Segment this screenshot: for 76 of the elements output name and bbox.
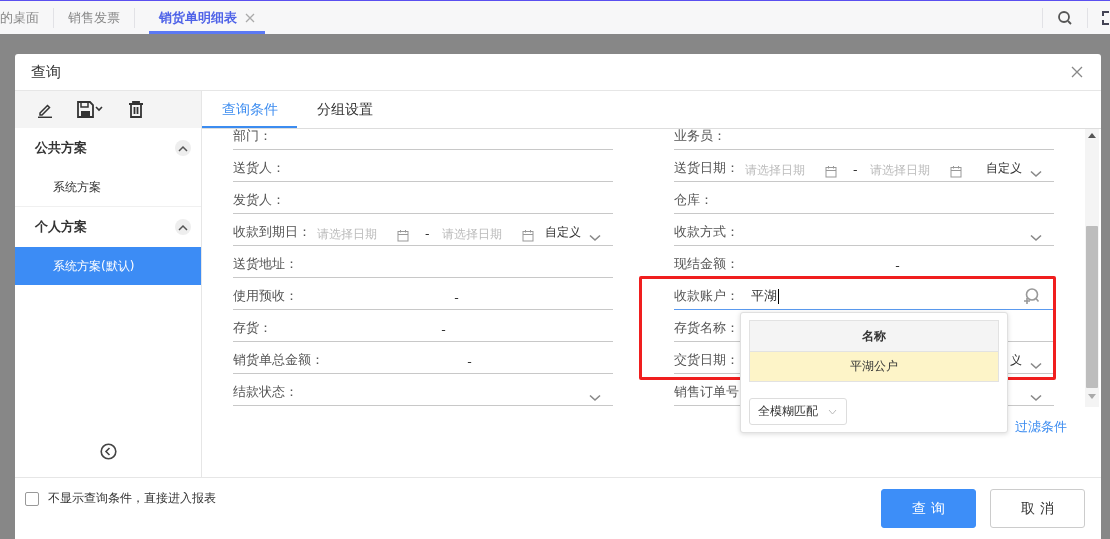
- range-separator: -: [852, 162, 859, 177]
- scheme-group-title: 公共方案: [35, 139, 87, 157]
- date-from-field[interactable]: 请选择日期: [741, 163, 817, 177]
- field-label: 结款状态：: [233, 384, 298, 401]
- tab[interactable]: 查询条件: [202, 91, 297, 128]
- field-label: 送货日期：: [674, 160, 739, 177]
- field-label: 收款方式：: [674, 224, 739, 241]
- date-mode-select[interactable]: 自定义: [986, 160, 1022, 177]
- collapse-panel-icon[interactable]: [99, 443, 117, 460]
- suggestion-item[interactable]: 平湖公户: [750, 352, 998, 381]
- range-separator: -: [440, 322, 447, 337]
- chevron-down-icon[interactable]: [1030, 234, 1042, 242]
- range-separator: -: [424, 226, 431, 241]
- range-separator: -: [466, 354, 473, 369]
- field-label: 销货单总金额：: [233, 352, 324, 369]
- date-to-field[interactable]: 请选择日期: [437, 227, 514, 241]
- checkbox[interactable]: [25, 491, 39, 506]
- field-label: 部门：: [233, 129, 272, 145]
- fullscreen-icon[interactable]: [1102, 10, 1110, 25]
- field-label: 收款账户：: [674, 288, 739, 305]
- calendar-icon[interactable]: [521, 230, 534, 242]
- field-label: 存货名称：: [674, 320, 739, 337]
- field-label: 收款到期日：: [233, 224, 311, 241]
- range-separator: -: [453, 290, 460, 305]
- chevron-up-icon[interactable]: [178, 144, 188, 152]
- field-label: 送货人：: [233, 160, 285, 177]
- save-icon[interactable]: [77, 101, 104, 118]
- scroll-down-arrow-icon[interactable]: [1088, 394, 1096, 399]
- field-label: 仓库：: [674, 192, 713, 209]
- chevron-down-icon[interactable]: [1030, 362, 1042, 370]
- scrollbar-thumb[interactable]: [1086, 226, 1098, 388]
- input-field[interactable]: 平湖: [741, 288, 1020, 305]
- scrollbar[interactable]: [1085, 129, 1099, 407]
- collapse-toggle[interactable]: [175, 219, 191, 235]
- page-tab[interactable]: 销货单明细表: [149, 1, 265, 34]
- field-label: 发货人：: [233, 192, 285, 209]
- filter-link[interactable]: 过滤条件: [1015, 418, 1067, 436]
- field-label: 交货日期：: [674, 352, 739, 369]
- page-tab[interactable]: 的桌面: [0, 1, 49, 34]
- range-separator: -: [894, 258, 901, 273]
- field-label: 业务员：: [674, 129, 726, 145]
- scroll-up-arrow-icon[interactable]: [1088, 133, 1096, 138]
- lookup-search-icon[interactable]: [1022, 287, 1040, 305]
- trash-icon[interactable]: [128, 101, 144, 118]
- chevron-up-icon[interactable]: [178, 223, 188, 231]
- calendar-icon[interactable]: [949, 166, 962, 178]
- tab[interactable]: 分组设置: [297, 91, 392, 128]
- chevron-down-icon[interactable]: [1030, 394, 1042, 402]
- close-icon[interactable]: [245, 12, 255, 23]
- field-value: 义: [1010, 352, 1022, 369]
- calendar-icon[interactable]: [397, 230, 409, 242]
- calendar-icon[interactable]: [825, 166, 837, 178]
- dialog-title: 查询: [31, 62, 61, 82]
- field-label: 存货：: [233, 320, 272, 337]
- collapse-toggle[interactable]: [175, 140, 191, 156]
- chevron-down-icon[interactable]: [1030, 170, 1042, 178]
- field-label: 现结金额：: [674, 256, 739, 273]
- scheme-item[interactable]: 系统方案: [15, 168, 201, 206]
- search-icon[interactable]: [1057, 9, 1073, 26]
- checkbox-label: 不显示查询条件，直接进入报表: [48, 490, 216, 507]
- chevron-down-icon[interactable]: [589, 394, 601, 402]
- date-mode-select[interactable]: 自定义: [545, 224, 581, 241]
- cancel-button[interactable]: 取 消: [990, 489, 1085, 528]
- match-mode-select[interactable]: 全模糊匹配: [749, 398, 847, 425]
- field-label: 使用预收：: [233, 288, 298, 305]
- date-from-field[interactable]: 请选择日期: [313, 227, 389, 241]
- field-label: 销售订单号: [674, 384, 739, 401]
- date-to-field[interactable]: 请选择日期: [865, 163, 942, 177]
- column-header: 名称: [750, 321, 998, 352]
- chevron-down-icon[interactable]: [828, 408, 837, 415]
- edit-icon[interactable]: [37, 101, 53, 118]
- chevron-down-icon[interactable]: [589, 234, 601, 242]
- close-icon[interactable]: [1071, 66, 1083, 78]
- field-label: 送货地址：: [233, 256, 298, 273]
- page-tab[interactable]: 销售发票: [58, 1, 130, 34]
- scheme-group-title: 个人方案: [35, 218, 87, 236]
